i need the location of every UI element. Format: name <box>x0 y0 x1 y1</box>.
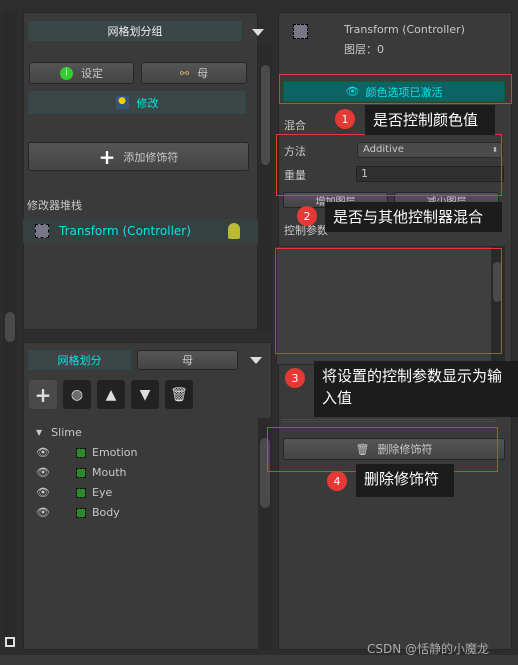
tree-item[interactable]: 👁 Emotion <box>36 446 137 459</box>
mesh-icon <box>76 447 86 458</box>
move-down-icon[interactable]: ▼ <box>131 380 159 409</box>
blend-label: 混合 <box>284 119 306 132</box>
move-up-icon[interactable]: ▲ <box>97 380 125 409</box>
transform-icon <box>293 24 308 39</box>
bone-button[interactable]: ⚯ 母 <box>141 62 247 84</box>
highlight-box-2 <box>276 134 502 196</box>
mesh-group-panel <box>23 12 258 330</box>
callout-number-3: 3 <box>285 368 305 388</box>
dropdown-arrow-icon[interactable] <box>252 29 264 36</box>
outer-scrollbar[interactable] <box>3 12 17 637</box>
plus-icon: + <box>98 144 116 169</box>
mesh-icon <box>76 507 86 518</box>
tree-item[interactable]: 👁 Eye <box>36 486 112 499</box>
resize-handle[interactable] <box>5 637 15 647</box>
modifier-title: Transform (Controller) <box>344 23 465 36</box>
info-icon: i <box>60 66 73 80</box>
callout-number-1: 1 <box>335 109 355 129</box>
bone-icon: ⚯ <box>179 66 190 80</box>
bottom-bar <box>0 655 518 665</box>
tree-item[interactable]: 👁 Body <box>36 506 120 519</box>
stack-label: 修改器堆栈 <box>27 199 82 212</box>
eye-icon[interactable]: 👁 <box>36 466 76 479</box>
dropdown-arrow-icon[interactable] <box>250 357 262 364</box>
collapse-icon: ▼ <box>36 428 43 437</box>
stack-item[interactable]: Transform (Controller) <box>23 219 258 243</box>
eye-icon[interactable]: 👁 <box>36 486 76 499</box>
add-modifier-button[interactable]: + 添加修饰符 <box>28 142 249 171</box>
mesh-icon <box>76 467 86 478</box>
trash-icon[interactable]: 🗑 <box>165 380 193 409</box>
bulb-icon <box>228 223 240 239</box>
layer-text: 图层：0 <box>344 43 384 56</box>
transform-icon <box>35 224 49 238</box>
highlight-box-3 <box>275 248 502 354</box>
tree-root[interactable]: ▼ Slime <box>36 426 82 439</box>
mesh-group-header[interactable]: 网格划分组 <box>28 21 242 41</box>
highlight-box-1 <box>279 74 512 104</box>
modify-tab[interactable]: ● 修改 <box>28 91 246 114</box>
callout-1: 是否控制颜色值 <box>365 105 495 135</box>
callout-number-4: 4 <box>327 471 347 491</box>
tree-item[interactable]: 👁 Mouth <box>36 466 126 479</box>
divider <box>282 419 496 422</box>
mesh-icon <box>76 487 86 498</box>
setup-button[interactable]: i 设定 <box>29 62 134 84</box>
eye-icon[interactable]: 👁 <box>36 446 76 459</box>
callout-4: 删除修饰符 <box>356 464 454 497</box>
callout-number-2: 2 <box>297 206 317 226</box>
eye-icon[interactable]: 👁 <box>36 506 76 519</box>
callout-2: 是否与其他控制器混合 <box>325 202 502 232</box>
mesh-disc-icon[interactable]: ◍ <box>63 380 91 409</box>
top-scrollbar[interactable] <box>259 45 272 330</box>
tab-bone[interactable]: 母 <box>137 350 238 370</box>
tab-mesh[interactable]: 网格划分 <box>28 350 131 370</box>
callout-3: 将设置的控制参数显示为输入值 <box>314 361 518 417</box>
modifier-bulb-icon: ● <box>115 96 129 109</box>
add-mesh-icon[interactable]: + <box>29 380 57 409</box>
